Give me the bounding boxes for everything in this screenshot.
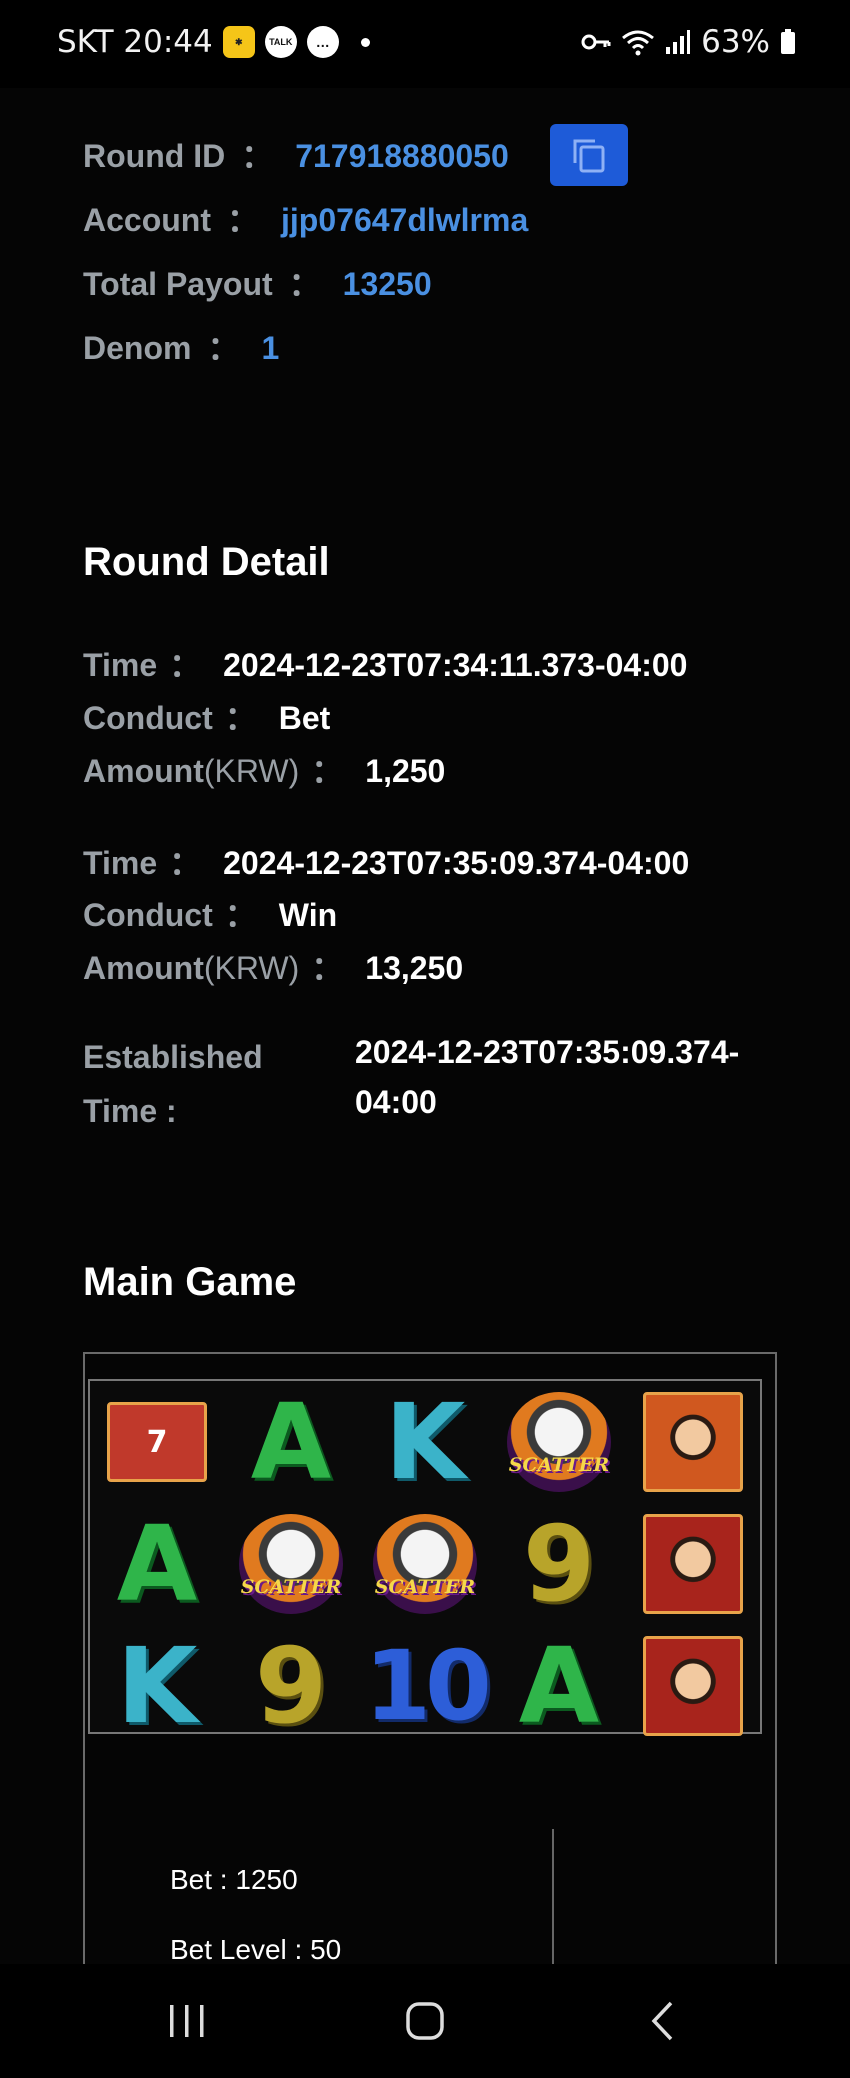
symbol-9: 9 (522, 1503, 596, 1625)
separator: ： (227, 202, 260, 238)
denom-label: Denom (83, 330, 192, 366)
bet-level: Bet Level : 50 (170, 1934, 342, 1965)
entry-2-time-row: Time： 2024-12-23T07:35:09.374-04:00 (83, 845, 690, 881)
denom-value: 1 (261, 330, 280, 366)
total-payout-value: 13250 (342, 266, 432, 302)
symbol-a: A (116, 1503, 198, 1625)
status-bar: SKT 20:44 ✱ TALK … 63% (0, 0, 850, 88)
entry-1-amount-row: Amount(KRW)： 1,250 (83, 753, 446, 789)
symbol-9: 9 (254, 1625, 328, 1747)
navigation-bar (0, 1964, 850, 2078)
established-time-label: Established Time : (83, 1039, 263, 1129)
round-id-label: Round ID (83, 138, 226, 174)
carrier-time: SKT 20:44 (57, 24, 213, 60)
symbol-a: A (518, 1625, 600, 1747)
round-id-value: 717918880050 (295, 138, 509, 174)
entry-2-amount-row: Amount(KRW)： 13,250 (83, 950, 464, 986)
entry-1-time-row: Time： 2024-12-23T07:34:11.373-04:00 (83, 647, 688, 683)
entry-1-time: 2024-12-23T07:34:11.373-04:00 (223, 647, 688, 683)
symbol-scatter: SCATTER (492, 1381, 626, 1503)
symbol-player (626, 1503, 760, 1625)
home-icon (406, 2002, 444, 2040)
reel-grid: 7 A K SCATTER A SCATTER SCATTER 9 K 9 10… (88, 1379, 762, 1747)
battery-icon (781, 29, 795, 54)
vpn-key-icon (581, 34, 611, 50)
separator: ： (288, 266, 321, 302)
wifi-icon (622, 30, 655, 56)
account-row: Account ： jjp07647dlwlrma (83, 195, 528, 241)
total-payout-label: Total Payout (83, 266, 273, 302)
round-id-row: Round ID ： 717918880050 (83, 124, 628, 186)
kakaotalk-icon: TALK (264, 26, 297, 58)
account-value: jjp07647dlwlrma (281, 202, 529, 238)
main-game-title: Main Game (83, 1260, 297, 1304)
back-button[interactable] (603, 1964, 723, 2078)
back-icon (651, 2001, 673, 2041)
symbol-k: K (116, 1625, 198, 1747)
total-payout-row: Total Payout ： 13250 (83, 259, 432, 305)
entry-1-conduct-row: Conduct： Bet (83, 700, 331, 736)
entry-2-time: 2024-12-23T07:35:09.374-04:00 (223, 845, 690, 881)
round-detail-title: Round Detail (83, 540, 330, 584)
entry-2-conduct-row: Conduct： Win (83, 897, 338, 933)
divider (552, 1829, 554, 1974)
denom-row: Denom ： 1 (83, 323, 279, 369)
symbol-scatter: SCATTER (358, 1503, 492, 1625)
symbol-player (626, 1381, 760, 1503)
established-time-value: 2024-12-23T07:35:09.374- 04:00 (355, 1034, 740, 1120)
bet-amount: Bet : 1250 (170, 1864, 298, 1895)
symbol-scatter: SCATTER (224, 1503, 358, 1625)
copy-round-id-button[interactable] (550, 124, 628, 186)
symbol-10: 10 (364, 1630, 492, 1742)
separator: ： (241, 138, 274, 174)
entry-1-conduct: Bet (278, 700, 331, 736)
symbol-player (626, 1625, 760, 1747)
kakaopay-icon: ✱ (222, 26, 255, 58)
symbol-k: K (384, 1381, 466, 1503)
signal-icon (666, 30, 691, 54)
entry-2-amount: 13,250 (365, 950, 464, 986)
separator: ： (207, 330, 240, 366)
symbol-a: A (250, 1381, 332, 1503)
recent-apps-button[interactable] (127, 1964, 247, 2078)
home-button[interactable] (365, 1964, 485, 2078)
symbol-jersey: 7 (90, 1381, 224, 1503)
main-game-panel: 7 A K SCATTER A SCATTER SCATTER 9 K 9 10… (83, 1352, 777, 1974)
copy-icon (573, 139, 605, 173)
notification-dot-icon (360, 37, 370, 47)
recent-apps-icon (170, 2005, 204, 2037)
chat-icon: … (306, 26, 339, 58)
entry-1-amount: 1,250 (365, 753, 446, 789)
battery-percent: 63% (701, 24, 770, 60)
entry-2-conduct: Win (278, 897, 338, 933)
account-label: Account (83, 202, 211, 238)
